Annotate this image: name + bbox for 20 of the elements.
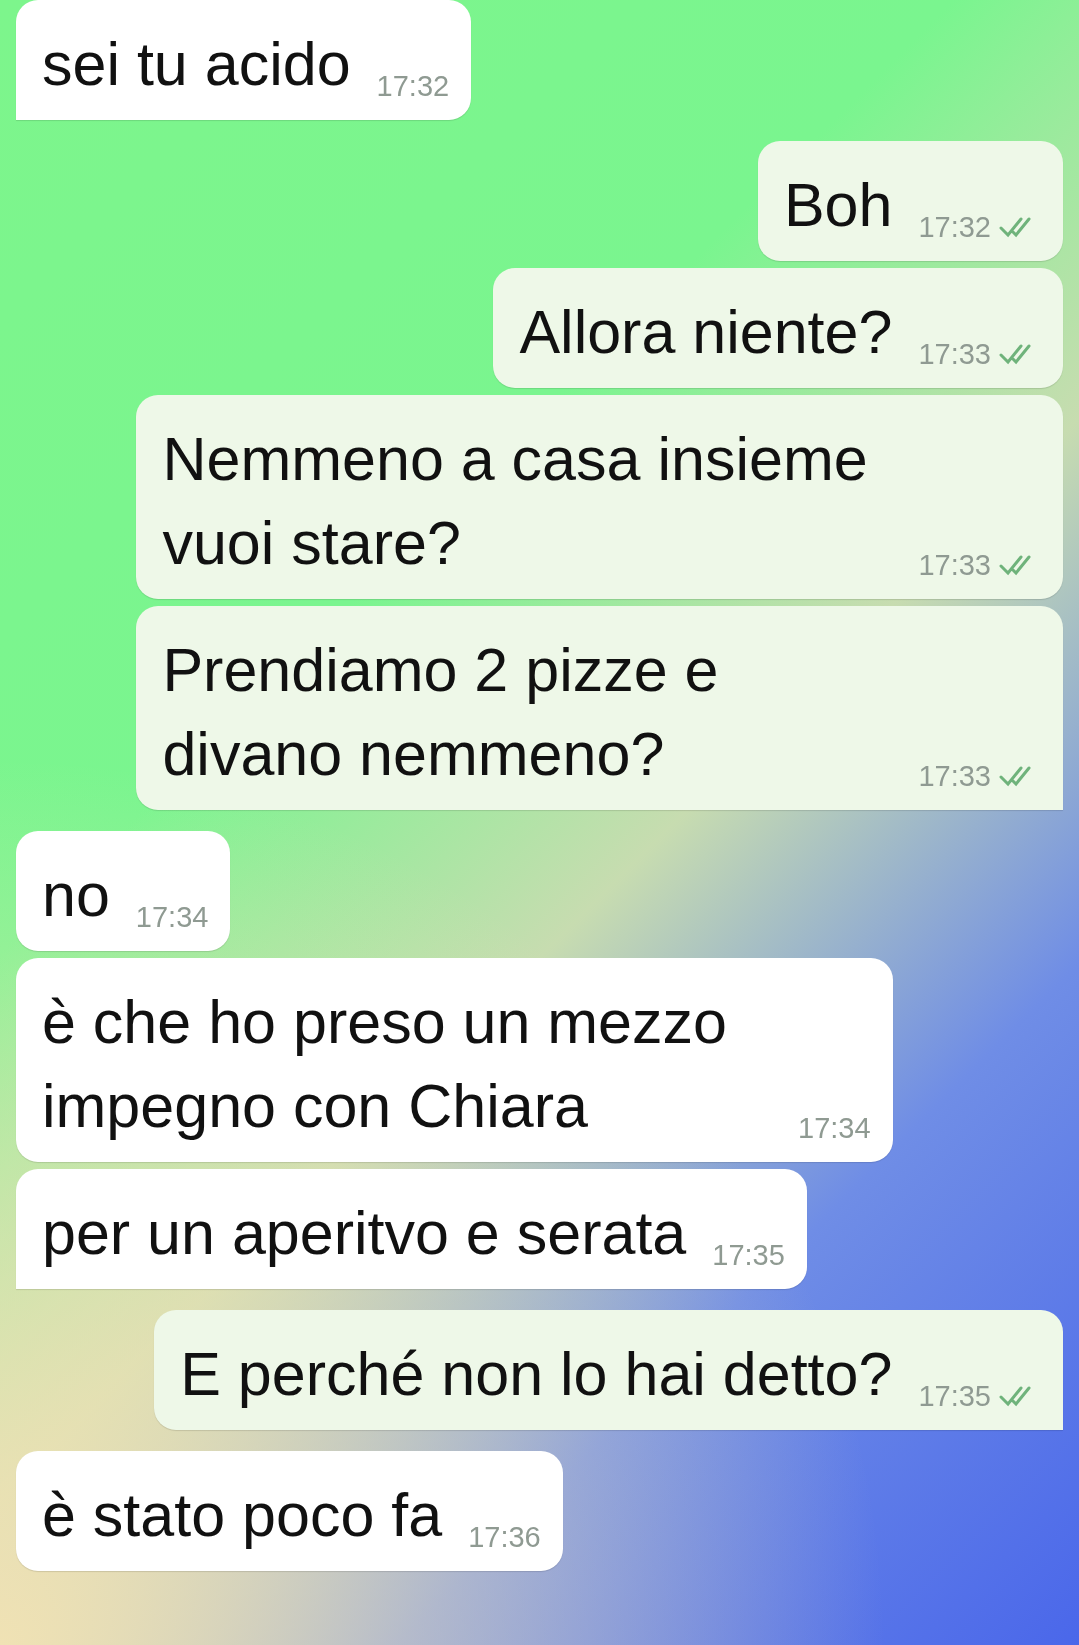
message-text: sei tu acido (42, 29, 351, 100)
message-time: 17:33 (918, 548, 991, 583)
message-text: E perché non lo hai detto? (180, 1339, 893, 1410)
message-text: è stato poco fa (42, 1480, 443, 1551)
message-text: Nemmeno a casa insieme vuoi stare? (162, 424, 869, 579)
message-text: no (42, 860, 110, 931)
message-time: 17:35 (712, 1238, 785, 1273)
message-time: 17:34 (135, 900, 209, 935)
message-text: Allora niente? (519, 297, 893, 368)
message-text: Boh (783, 170, 893, 241)
message-time: 17:32 (918, 210, 991, 245)
message-text: Prendiamo 2 pizze e divano nemmeno? (162, 635, 720, 790)
message-time: 17:36 (468, 1520, 541, 1555)
message-time: 17:34 (798, 1111, 871, 1146)
message-time: 17:32 (376, 69, 450, 104)
message-time: 17:33 (918, 337, 991, 372)
message-text: è che ho preso un mezzo impegno con Chiara (42, 987, 728, 1142)
message-text: per un aperitvo e serata (42, 1198, 687, 1269)
message-time: 17:35 (918, 1379, 991, 1414)
message-time: 17:33 (918, 759, 991, 794)
